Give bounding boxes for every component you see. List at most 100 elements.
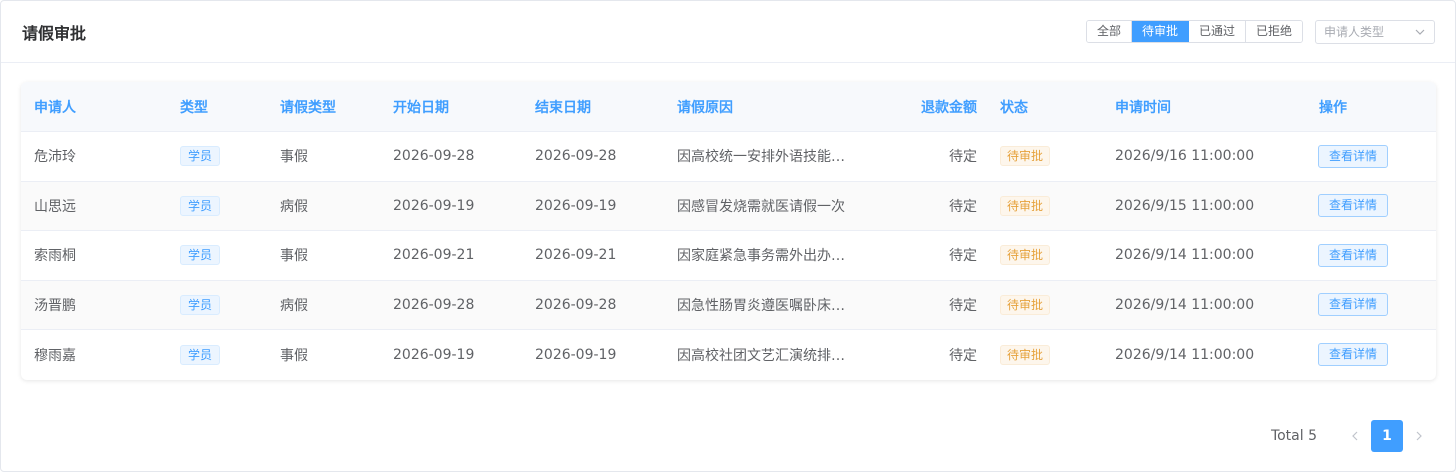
leave-reason: 因高校社团文艺汇演统排冲突 <box>677 347 859 364</box>
leave-type: 病假 <box>280 198 308 215</box>
applicant-type-select[interactable]: 申请人类型 <box>1315 19 1435 44</box>
apply-time: 2026/9/16 11:00:00 <box>1115 148 1255 165</box>
table-row: 索雨桐 学员 事假 2026-09-21 2026-09-21 因家庭紧急事务需… <box>21 231 1436 281</box>
filter-pending-button[interactable]: 待审批 <box>1131 21 1189 42</box>
member-tag: 学员 <box>180 146 221 167</box>
member-tag: 学员 <box>180 294 221 315</box>
column-header-start-date: 开始日期 <box>393 99 449 116</box>
end-date: 2026-09-19 <box>535 197 617 214</box>
applicant-name: 索雨桐 <box>34 248 76 265</box>
leave-reason: 因高校统一安排外语技能竞赛活动 <box>677 149 859 166</box>
table-row: 穆雨嘉 学员 事假 2026-09-19 2026-09-19 因高校社团文艺汇… <box>21 330 1436 380</box>
header-tools: 全部 待审批 已通过 已拒绝 申请人类型 <box>1085 19 1435 44</box>
refund-amount: 待定 <box>949 347 977 364</box>
column-header-refund: 退款金额 <box>921 99 977 116</box>
action-cell: 查看详情 <box>1306 243 1436 267</box>
next-page-button[interactable] <box>1403 420 1435 452</box>
member-tag: 学员 <box>180 195 221 216</box>
table-row: 山思远 学员 病假 2026-09-19 2026-09-19 因感冒发烧需就医… <box>21 181 1436 231</box>
type-cell: 学员 <box>167 146 267 167</box>
table-row: 汤晋鹏 学员 病假 2026-09-28 2026-09-28 因急性肠胃炎遵医… <box>21 280 1436 330</box>
start-date: 2026-09-19 <box>393 346 475 363</box>
member-tag: 学员 <box>180 245 221 266</box>
leave-type: 事假 <box>280 347 308 364</box>
action-cell: 查看详情 <box>1306 144 1436 168</box>
pagination-total: Total 5 <box>1270 428 1317 444</box>
leave-reason: 因感冒发烧需就医请假一次 <box>677 198 845 215</box>
apply-time: 2026/9/15 11:00:00 <box>1115 197 1255 214</box>
apply-time: 2026/9/14 11:00:00 <box>1115 247 1255 264</box>
action-cell: 查看详情 <box>1306 293 1436 317</box>
chevron-right-icon <box>1416 431 1422 441</box>
refund-amount: 待定 <box>949 149 977 166</box>
end-date: 2026-09-21 <box>535 247 617 264</box>
chevron-down-icon <box>1415 29 1425 35</box>
leave-approval-card: 请假审批 全部 待审批 已通过 已拒绝 申请人类型 申请人 类型 请假类型 开始… <box>0 0 1456 472</box>
apply-time: 2026/9/14 11:00:00 <box>1115 346 1255 363</box>
refund-amount: 待定 <box>949 297 977 314</box>
column-header-time: 申请时间 <box>1115 99 1171 116</box>
applicant-name: 危沛玲 <box>34 149 76 166</box>
table-row: 危沛玲 学员 事假 2026-09-28 2026-09-28 因高校统一安排外… <box>21 132 1436 182</box>
refund-amount: 待定 <box>949 198 977 215</box>
applicant-name: 穆雨嘉 <box>34 347 76 364</box>
column-header-action: 操作 <box>1319 99 1347 116</box>
view-details-button[interactable]: 查看详情 <box>1318 293 1389 317</box>
column-header-end-date: 结束日期 <box>535 99 591 116</box>
leave-reason: 因家庭紧急事务需外出办理相关手续 <box>677 248 859 265</box>
column-header-type: 类型 <box>180 99 208 116</box>
applicant-type-placeholder: 申请人类型 <box>1324 25 1385 39</box>
pagination: Total 5 1 <box>1271 420 1435 452</box>
status-badge: 待审批 <box>1000 245 1051 266</box>
leave-type: 事假 <box>280 149 308 166</box>
status-filter-group: 全部 待审批 已通过 已拒绝 <box>1085 20 1303 43</box>
view-details-button[interactable]: 查看详情 <box>1318 144 1389 168</box>
applicant-name: 汤晋鹏 <box>34 297 76 314</box>
prev-page-button[interactable] <box>1339 420 1371 452</box>
end-date: 2026-09-28 <box>535 296 617 313</box>
leave-table: 申请人 类型 请假类型 开始日期 结束日期 请假原因 退款金额 状态 申请时间 … <box>21 82 1436 380</box>
action-cell: 查看详情 <box>1306 343 1436 367</box>
type-cell: 学员 <box>167 245 267 266</box>
action-cell: 查看详情 <box>1306 194 1436 218</box>
filter-approved-button[interactable]: 已通过 <box>1188 21 1246 42</box>
leave-type: 事假 <box>280 248 308 265</box>
filter-rejected-button[interactable]: 已拒绝 <box>1245 21 1302 42</box>
view-details-button[interactable]: 查看详情 <box>1318 243 1389 267</box>
status-cell: 待审批 <box>989 195 1103 216</box>
column-header-applicant: 申请人 <box>34 99 76 116</box>
view-details-button[interactable]: 查看详情 <box>1318 343 1389 367</box>
view-details-button[interactable]: 查看详情 <box>1318 194 1389 218</box>
status-badge: 待审批 <box>1000 146 1051 167</box>
type-cell: 学员 <box>167 294 267 315</box>
chevron-left-icon <box>1352 431 1358 441</box>
status-badge: 待审批 <box>1000 294 1051 315</box>
start-date: 2026-09-28 <box>393 148 475 165</box>
member-tag: 学员 <box>180 344 221 365</box>
start-date: 2026-09-28 <box>393 296 475 313</box>
column-header-status: 状态 <box>1000 99 1028 116</box>
leave-reason: 因急性肠胃炎遵医嘱卧床休息 <box>677 297 859 314</box>
start-date: 2026-09-21 <box>393 247 475 264</box>
column-header-leave-type: 请假类型 <box>280 99 336 116</box>
start-date: 2026-09-19 <box>393 197 475 214</box>
status-cell: 待审批 <box>989 344 1103 365</box>
applicant-name: 山思远 <box>34 198 76 215</box>
leave-type: 病假 <box>280 297 308 314</box>
page-number-current[interactable]: 1 <box>1371 420 1403 452</box>
end-date: 2026-09-19 <box>535 346 617 363</box>
refund-amount: 待定 <box>949 248 977 265</box>
status-badge: 待审批 <box>1000 344 1051 365</box>
type-cell: 学员 <box>167 195 267 216</box>
status-badge: 待审批 <box>1000 195 1051 216</box>
type-cell: 学员 <box>167 344 267 365</box>
end-date: 2026-09-28 <box>535 148 617 165</box>
card-header: 请假审批 全部 待审批 已通过 已拒绝 申请人类型 <box>1 1 1455 63</box>
page-title: 请假审批 <box>22 23 87 43</box>
column-header-reason: 请假原因 <box>677 99 733 116</box>
filter-all-button[interactable]: 全部 <box>1086 21 1132 42</box>
apply-time: 2026/9/14 11:00:00 <box>1115 296 1255 313</box>
status-cell: 待审批 <box>989 245 1103 266</box>
status-cell: 待审批 <box>989 294 1103 315</box>
table-header-row: 申请人 类型 请假类型 开始日期 结束日期 请假原因 退款金额 状态 申请时间 … <box>21 82 1436 132</box>
